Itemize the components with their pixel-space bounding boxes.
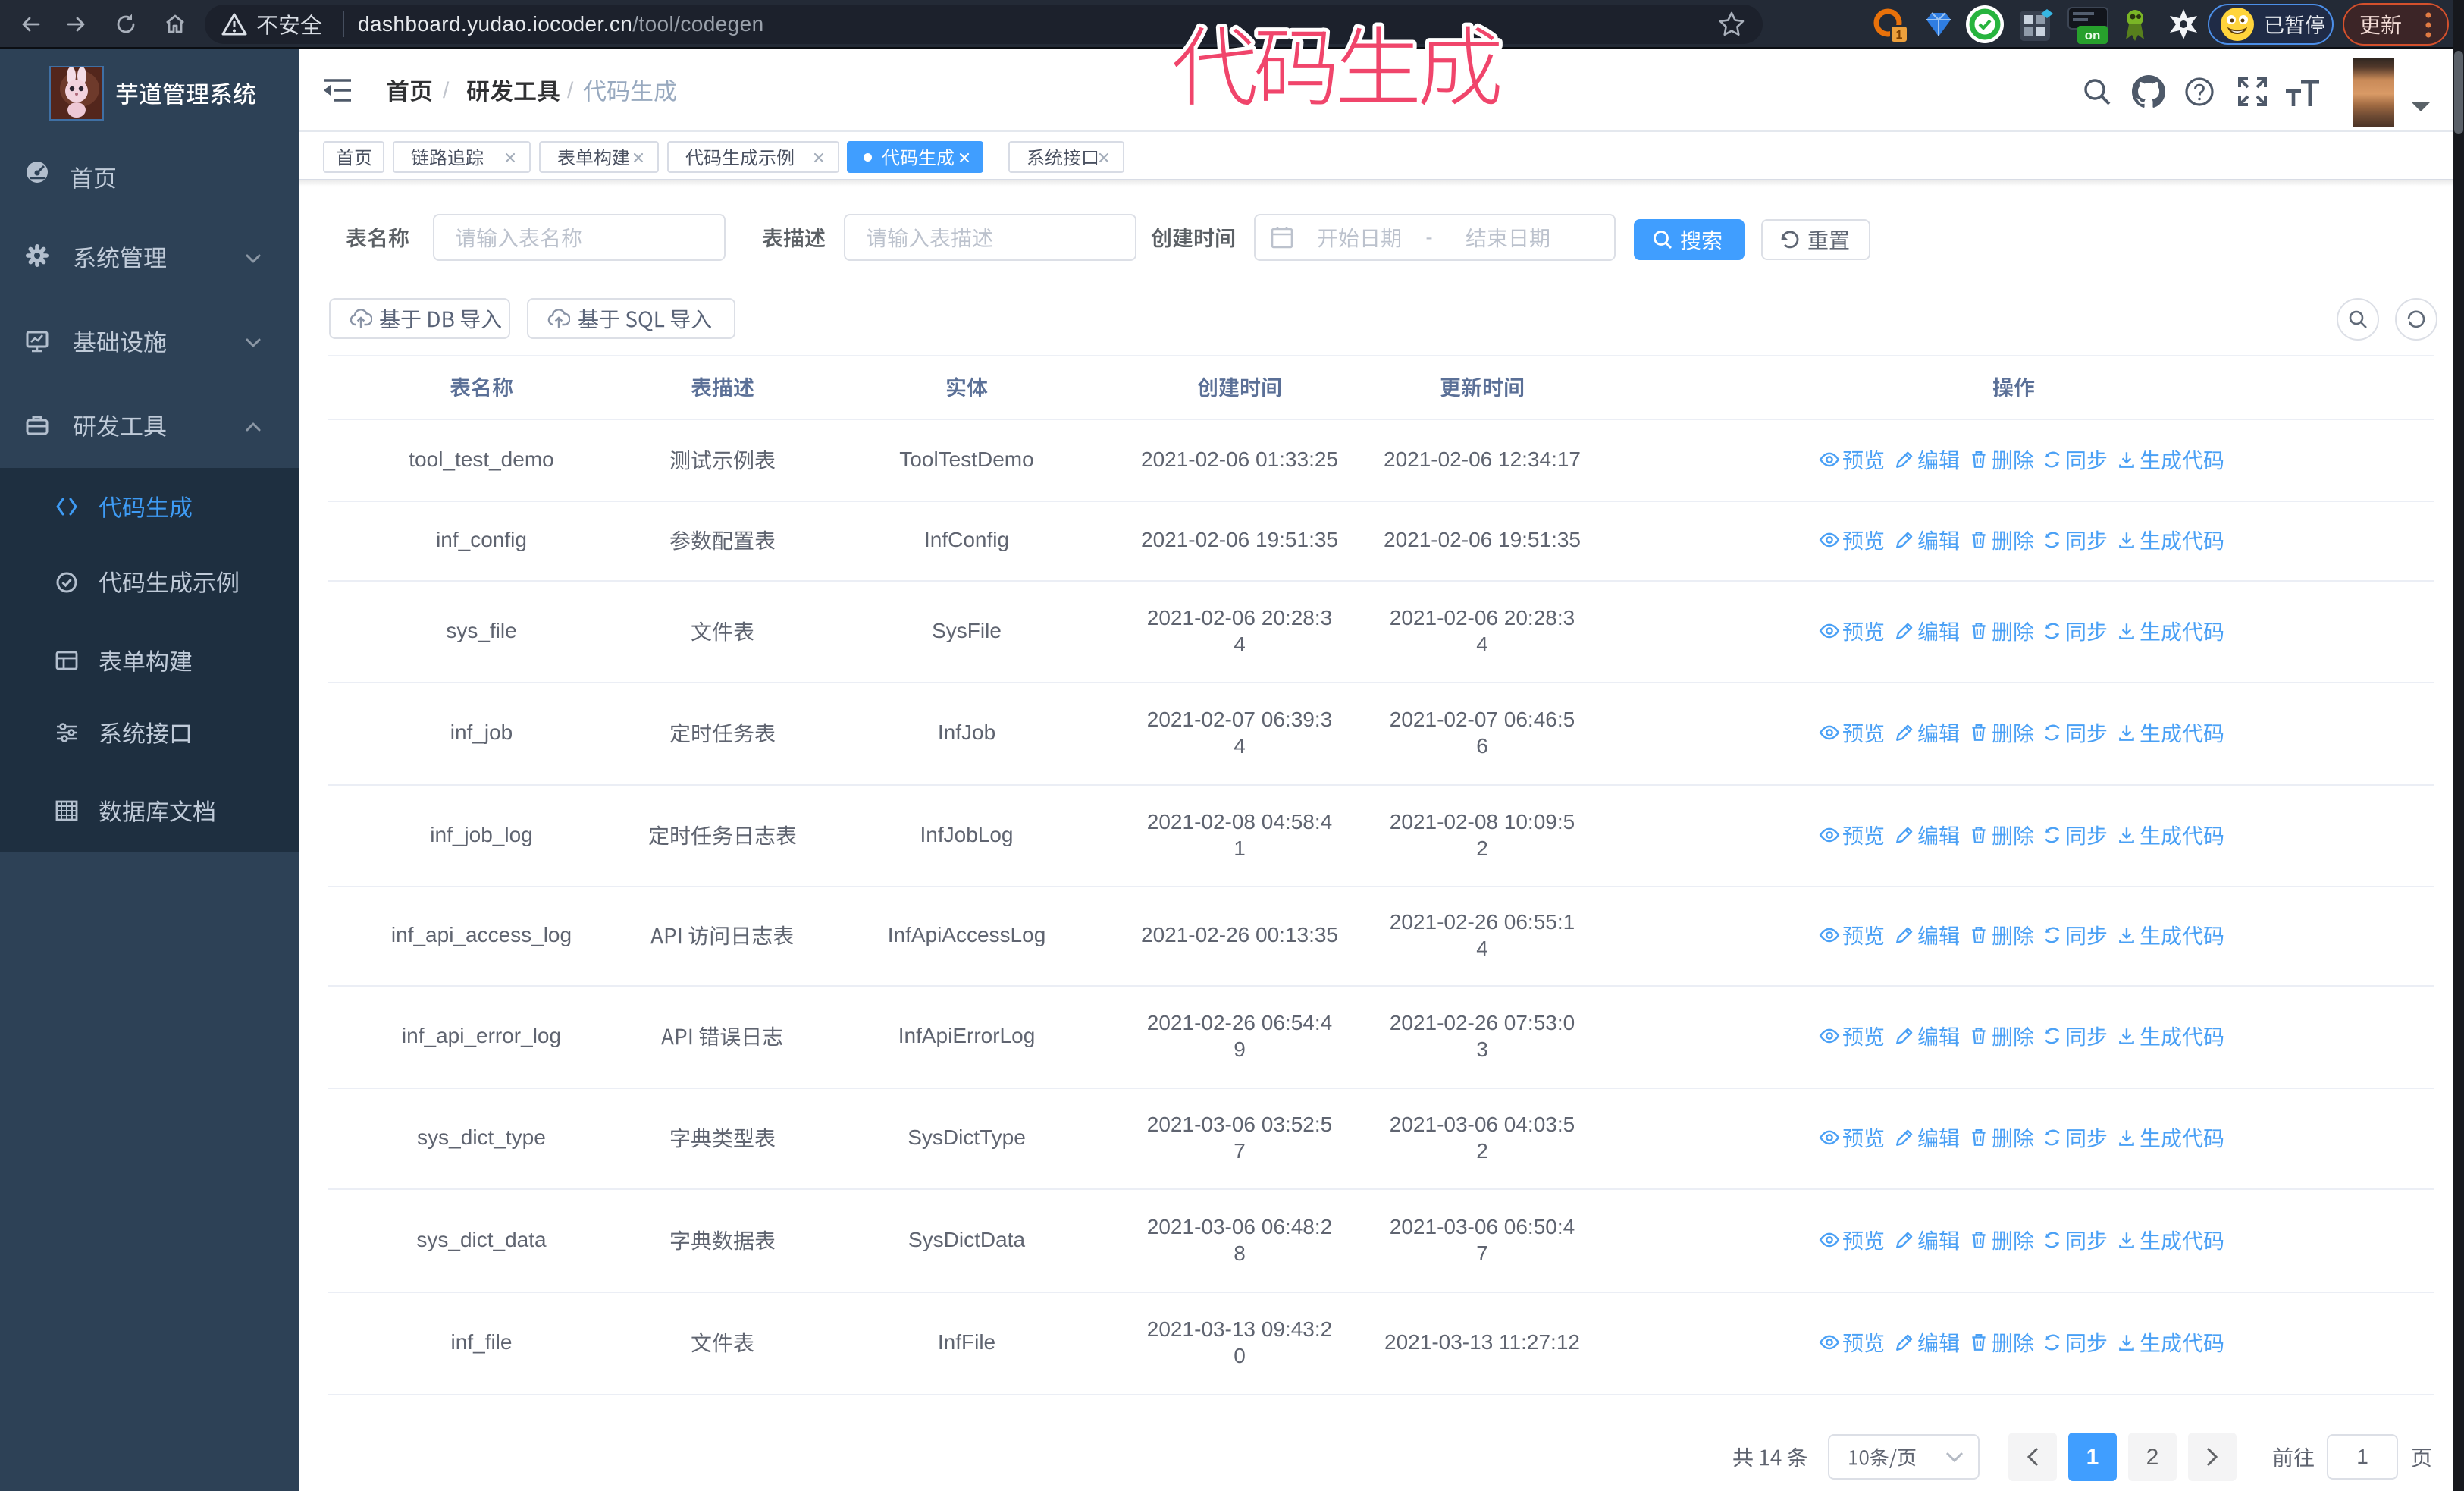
svg-text:1: 1 — [1896, 29, 1903, 42]
svg-text:on: on — [2085, 28, 2101, 42]
